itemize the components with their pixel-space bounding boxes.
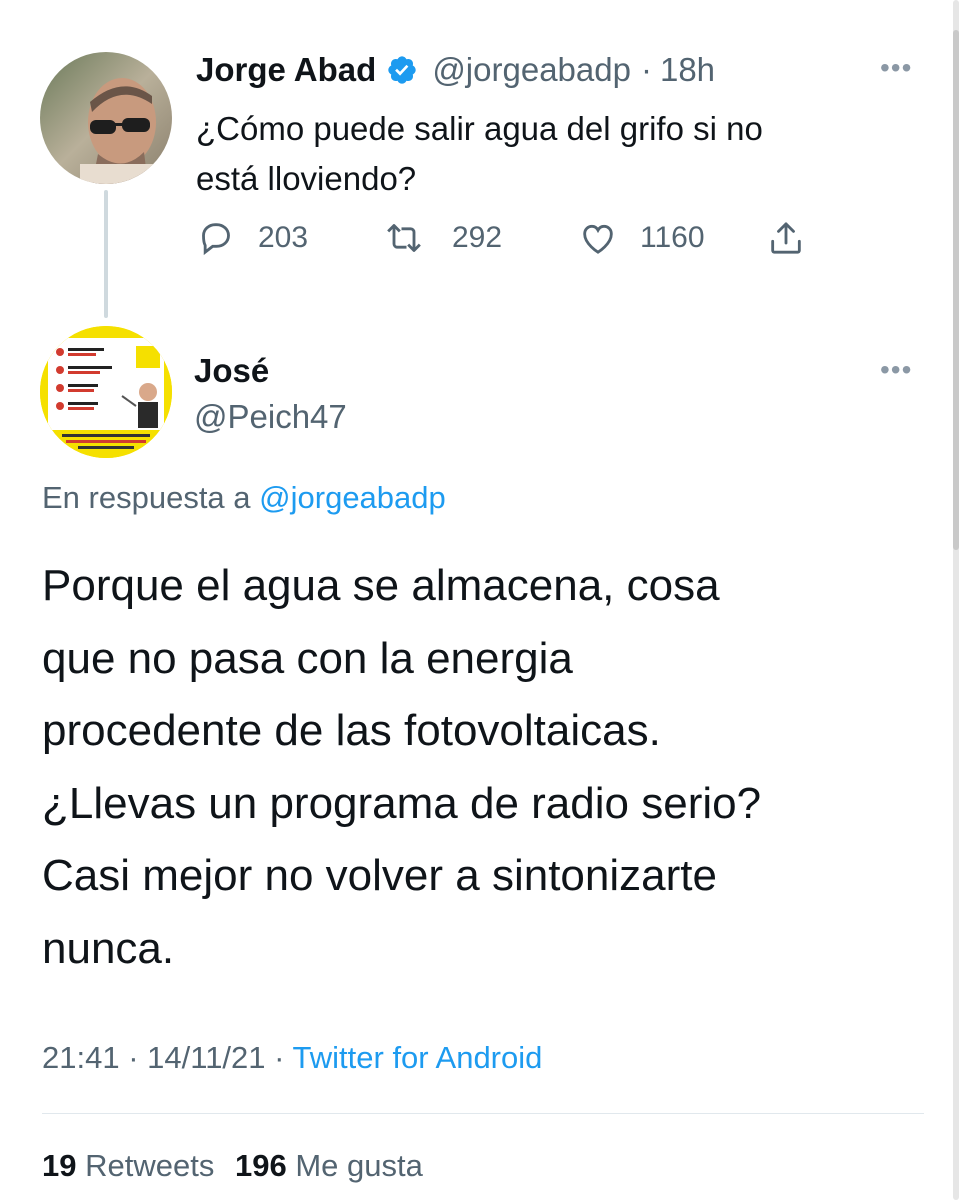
reply-handle[interactable]: @Peich47 [194,398,347,436]
more-dots-icon[interactable]: ••• [880,54,912,82]
reply-text-line: que no pasa con la energia [42,633,573,683]
retweet-count: 292 [452,221,503,254]
handle[interactable]: @jorgeabadp [432,51,631,89]
likes-label: Me gusta [295,1148,423,1183]
tweet-text-line: está lloviendo? [196,160,417,197]
like-action[interactable]: 1160 [578,218,705,258]
display-name[interactable]: Jorge Abad [196,51,376,89]
timestamp-date[interactable]: 14/11/21 [147,1040,265,1075]
retweets-label: Retweets [85,1148,215,1183]
reply-text-line: Casi mejor no volver a sintonizarte [42,851,717,900]
like-count: 1160 [640,221,705,254]
source-link[interactable]: Twitter for Android [293,1040,543,1075]
in-reply-prefix: En respuesta a [42,480,251,515]
timestamp-row: 21:41 · 14/11/21 · Twitter for Android [42,1040,542,1076]
likes-count: 196 [234,1148,287,1183]
source-sep: · [274,1040,285,1075]
tweet-text: ¿Cómo puede salir agua del grifo si no e… [196,104,763,204]
engagement-stats: 19 Retweets 196 Me gusta [42,1148,423,1184]
reply-display-name[interactable]: José [194,352,269,390]
tweet-text-line: ¿Cómo puede salir agua del grifo si no [196,110,763,147]
avatar-jose[interactable] [40,326,172,458]
likes-stat[interactable]: 196 Me gusta [235,1148,423,1183]
verified-badge-icon [386,54,418,86]
reply-text-line: ¿Llevas un programa de radio serio? [42,778,762,828]
scrollbar-thumb[interactable] [953,30,959,550]
separator-dot: · [640,51,652,88]
reply-icon [202,223,230,256]
reply-text-line: Porque el agua se almacena, cosa [42,561,720,610]
share-icon [771,222,801,254]
more-dots-icon[interactable]: ••• [880,356,912,384]
time-ago[interactable]: 18h [660,51,715,89]
timestamp-sep: · [128,1040,139,1075]
heart-icon [583,224,613,254]
in-reply-handle-link[interactable]: @jorgeabadp [259,480,446,515]
retweets-stat[interactable]: 19 Retweets [42,1148,223,1183]
divider [42,1113,924,1114]
retweet-action[interactable]: 292 [384,218,502,258]
reply-text-line: nunca. [42,923,175,973]
retweets-count: 19 [42,1148,77,1183]
share-action[interactable] [766,218,806,258]
reply-count: 203 [258,221,309,254]
retweet-icon [387,224,421,252]
avatar-jorge-abad[interactable] [40,52,172,184]
thread-connector-line [104,190,108,318]
reply-action[interactable]: 203 [196,218,308,258]
timestamp-time[interactable]: 21:41 [42,1040,120,1075]
in-reply-to: En respuesta a @jorgeabadp [42,480,446,516]
reply-text-line: procedente de las fotovoltaicas. [42,706,661,755]
reply-text: Porque el agua se almacena, cosa que no … [42,550,761,985]
tweet-header: Jorge Abad @jorgeabadp · 18h [196,50,715,90]
